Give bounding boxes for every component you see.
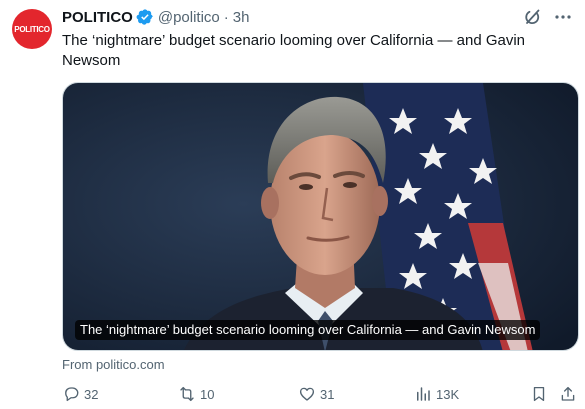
avatar[interactable]: POLITICO xyxy=(12,9,52,49)
repost-count: 10 xyxy=(200,386,215,402)
repost-icon xyxy=(180,386,194,402)
card-image xyxy=(63,83,578,350)
author-handle[interactable]: @politico xyxy=(158,9,220,26)
timestamp[interactable]: 3h xyxy=(233,9,250,26)
views-icon xyxy=(417,387,430,401)
link-card[interactable]: The ‘nightmare’ budget scenario looming … xyxy=(62,82,579,351)
card-caption: The ‘nightmare’ budget scenario looming … xyxy=(75,320,541,340)
verified-badge-icon xyxy=(136,8,154,26)
author-name[interactable]: POLITICO xyxy=(62,9,133,26)
bookmark-icon xyxy=(533,386,545,402)
like-icon xyxy=(299,387,315,401)
views-button[interactable]: 13K xyxy=(414,385,459,403)
like-count: 31 xyxy=(320,386,335,402)
grok-icon[interactable] xyxy=(523,7,543,27)
bookmark-button[interactable] xyxy=(530,385,552,403)
view-count: 13K xyxy=(436,386,460,402)
share-icon xyxy=(561,386,575,401)
reply-icon xyxy=(65,387,79,402)
action-bar: 32 10 31 13K xyxy=(62,385,579,407)
separator-dot: · xyxy=(223,8,229,26)
reply-count: 32 xyxy=(84,386,99,402)
tweet-text: The ‘nightmare’ budget scenario looming … xyxy=(62,32,526,69)
repost-button[interactable]: 10 xyxy=(178,385,214,403)
more-icon[interactable] xyxy=(553,7,573,27)
like-button[interactable]: 31 xyxy=(298,385,334,403)
tweet-header: POLITICO @politico · 3h xyxy=(62,6,573,28)
card-source[interactable]: From politico.com xyxy=(62,357,165,372)
tweet[interactable]: POLITICO POLITICO @politico · 3h The ‘ni… xyxy=(0,0,585,409)
reply-button[interactable]: 32 xyxy=(62,385,98,403)
avatar-logo-text: POLITICO xyxy=(14,24,50,34)
share-button[interactable] xyxy=(559,385,581,403)
